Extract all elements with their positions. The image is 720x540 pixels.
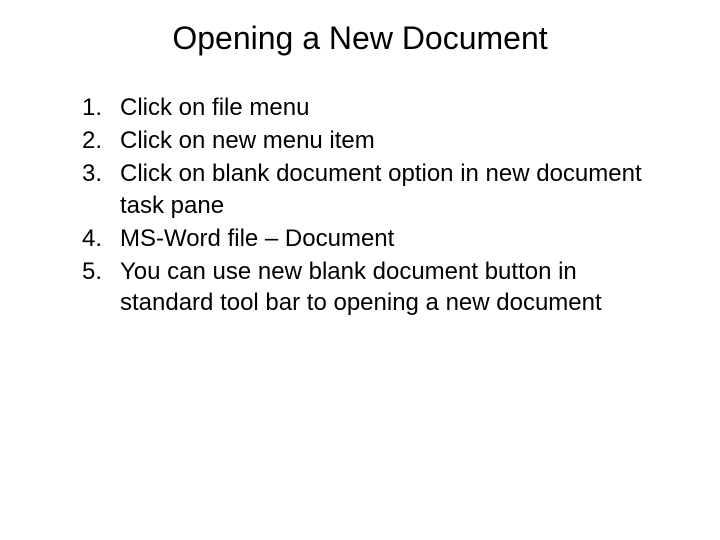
list-text: Click on blank document option in new do… (120, 158, 650, 220)
list-item: 1. Click on file menu (70, 92, 650, 123)
slide-title: Opening a New Document (80, 20, 640, 57)
list-number: 3. (70, 158, 120, 189)
instruction-list: 1. Click on file menu 2. Click on new me… (40, 92, 680, 318)
list-item: 4. MS-Word file – Document (70, 223, 650, 254)
list-item: 2. Click on new menu item (70, 125, 650, 156)
list-item: 3. Click on blank document option in new… (70, 158, 650, 220)
list-text: Click on file menu (120, 92, 650, 123)
slide: Opening a New Document 1. Click on file … (0, 0, 720, 540)
list-item: 5. You can use new blank document button… (70, 256, 650, 318)
list-number: 1. (70, 92, 120, 123)
list-text: You can use new blank document button in… (120, 256, 650, 318)
list-number: 5. (70, 256, 120, 287)
list-text: MS-Word file – Document (120, 223, 650, 254)
list-number: 4. (70, 223, 120, 254)
list-number: 2. (70, 125, 120, 156)
list-text: Click on new menu item (120, 125, 650, 156)
